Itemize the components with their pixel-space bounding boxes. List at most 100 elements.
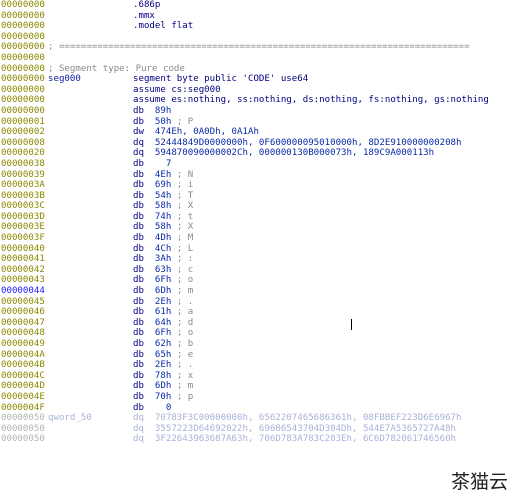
- instruction-operands: 4Dh: [154, 233, 172, 244]
- instruction-comment: ; .: [176, 296, 194, 307]
- instruction-comment: ; x: [176, 370, 194, 381]
- listing-line[interactable]: 00000040 db 4Ch ; L: [0, 244, 516, 255]
- listing-line[interactable]: 00000038 db 7: [0, 159, 516, 170]
- line-address: 0000003D: [1, 211, 45, 222]
- instruction-comment: ; e: [176, 349, 194, 360]
- listing-line[interactable]: 0000003B db 54h ; T: [0, 191, 516, 202]
- line-label[interactable]: seg000: [48, 74, 81, 85]
- listing-line[interactable]: 00000045 db 2Eh ; .: [0, 297, 516, 308]
- listing-line[interactable]: 00000000: [0, 32, 516, 43]
- instruction-mnemonic: db: [133, 317, 144, 328]
- listing-line[interactable]: 0000004C db 78h ; x: [0, 371, 516, 382]
- listing-line[interactable]: 00000000 assume es:nothing, ss:nothing, d…: [0, 95, 516, 106]
- listing-line[interactable]: 0000004D db 6Dh ; m: [0, 381, 516, 392]
- line-instruction: db 2Eh ; .: [133, 360, 193, 371]
- listing-line[interactable]: 00000050 dq 3F22643963687A63h, 706D783A78…: [0, 434, 516, 445]
- line-instruction: db 74h ; t: [133, 212, 193, 223]
- listing-line[interactable]: 00000000 seg000 segment byte public 'CODE'…: [0, 74, 516, 85]
- instruction-mnemonic: db: [133, 233, 144, 244]
- line-address: 0000004A: [1, 349, 45, 360]
- instruction-operands: 58h: [154, 222, 172, 233]
- listing-line[interactable]: 00000039 db 4Eh ; N: [0, 170, 516, 181]
- instruction-mnemonic: db: [133, 190, 144, 201]
- listing-line[interactable]: 00000000 .686p: [0, 0, 516, 11]
- listing-line[interactable]: 00000050 dq 3557223D64692022h, 6968654370…: [0, 424, 516, 435]
- listing-line[interactable]: 00000049 db 62h ; b: [0, 339, 516, 350]
- line-instruction: assume cs:seg000: [133, 85, 221, 96]
- listing-line[interactable]: 00000000 .model flat: [0, 21, 516, 32]
- listing-line[interactable]: 00000002 dw 474Eh, 0A0Dh, 0A1Ah: [0, 127, 516, 138]
- line-address: 0000004D: [1, 381, 45, 392]
- instruction-comment: ; .: [176, 360, 194, 371]
- line-instruction: db 78h ; x: [133, 371, 193, 382]
- listing-line[interactable]: 00000047 db 64h ; d: [0, 318, 516, 329]
- listing-line[interactable]: 0000003C db 58h ; X: [0, 201, 516, 212]
- instruction-mnemonic: assume es:nothing, ss:nothing, ds:nothin…: [133, 95, 489, 106]
- line-instruction: db 61h ; a: [133, 307, 193, 318]
- instruction-operands: 62h: [154, 339, 172, 349]
- line-address: 0000003F: [1, 233, 45, 244]
- listing-line[interactable]: 00000046 db 61h ; a: [0, 307, 516, 318]
- instruction-operands: 7: [154, 158, 172, 169]
- line-address: 00000000: [1, 42, 45, 53]
- listing-line[interactable]: 0000003E db 58h ; X: [0, 222, 516, 233]
- instruction-comment: ; :: [176, 254, 194, 265]
- instruction-mnemonic: db: [133, 275, 144, 286]
- instruction-mnemonic: db: [133, 201, 144, 212]
- listing-line[interactable]: 0000004B db 2Eh ; .: [0, 360, 516, 371]
- line-address: 0000004B: [1, 360, 45, 371]
- instruction-mnemonic: db: [133, 339, 144, 349]
- listing-line[interactable]: 00000020 dq 594870090000002Ch, 000000130B…: [0, 148, 516, 159]
- listing-line[interactable]: 00000000; Segment type: Pure code: [0, 64, 516, 75]
- instruction-comment: ; t: [176, 211, 194, 222]
- instruction-mnemonic: db: [133, 222, 144, 233]
- listing-line[interactable]: 00000043 db 6Fh ; o: [0, 275, 516, 286]
- disassembly-listing[interactable]: 00000000 .686p 00000000 .mmx 00000000 .model …: [0, 0, 516, 500]
- instruction-comment: ; d: [176, 317, 194, 328]
- listing-line[interactable]: 00000000 .mmx: [0, 11, 516, 22]
- listing-line[interactable]: 00000000; ==============================…: [0, 42, 516, 53]
- instruction-mnemonic: db: [133, 158, 144, 169]
- listing-line[interactable]: 00000000: [0, 53, 516, 64]
- instruction-operands: 4Ch: [154, 243, 172, 254]
- listing-line[interactable]: 00000050 qword_50 dq 70783F3C00000000h, 65…: [0, 413, 516, 424]
- listing-line[interactable]: 00000044 db 6Dh ; m: [0, 286, 516, 297]
- line-comment: ; ======================================…: [48, 42, 470, 53]
- listing-line[interactable]: 00000000 db 89h: [0, 106, 516, 117]
- listing-line[interactable]: 0000003A db 69h ; i: [0, 180, 516, 191]
- instruction-comment: ; m: [176, 286, 194, 297]
- instruction-mnemonic: dq: [133, 434, 144, 445]
- listing-line[interactable]: 00000041 db 3Ah ; :: [0, 254, 516, 265]
- line-address: 00000020: [1, 148, 45, 159]
- listing-line[interactable]: 0000003D db 74h ; t: [0, 212, 516, 223]
- instruction-comment: ; M: [176, 233, 194, 244]
- listing-line[interactable]: 00000001 db 50h ; P: [0, 117, 516, 128]
- line-address: 00000002: [1, 127, 45, 138]
- line-instruction: dq 3F22643963687A63h, 706D783A783C203Eh,…: [133, 434, 456, 445]
- instruction-operands: 65h: [154, 349, 172, 360]
- line-address: 00000040: [1, 243, 45, 254]
- instruction-mnemonic: db: [133, 180, 144, 191]
- listing-line[interactable]: 00000048 db 6Fh ; o: [0, 328, 516, 339]
- line-instruction: db 6Dh ; m: [133, 381, 193, 392]
- listing-line[interactable]: 0000004A db 65h ; e: [0, 350, 516, 361]
- listing-line[interactable]: 00000000 assume cs:seg000: [0, 85, 516, 96]
- instruction-operands: 3F22643963687A63h, 706D783A783C203Eh, 6C…: [154, 434, 457, 445]
- instruction-operands: 2Eh: [154, 360, 172, 371]
- listing-line[interactable]: 00000042 db 63h ; c: [0, 265, 516, 276]
- line-address: 00000038: [1, 158, 45, 169]
- line-instruction: db 58h ; X: [133, 222, 193, 233]
- listing-line[interactable]: 00000008 dq 52444849D0000000h, 0F60000009…: [0, 138, 516, 149]
- line-instruction: db 65h ; e: [133, 350, 193, 361]
- line-instruction: db 6Fh ; o: [133, 275, 193, 286]
- listing-line[interactable]: 0000004F db 0: [0, 403, 516, 414]
- listing-line[interactable]: 0000003F db 4Dh ; M: [0, 233, 516, 244]
- instruction-mnemonic: dq: [133, 413, 144, 424]
- line-instruction: db 58h ; X: [133, 201, 193, 212]
- text-cursor: [351, 319, 352, 330]
- line-address: 0000003B: [1, 190, 45, 201]
- line-label[interactable]: qword_50: [48, 413, 92, 424]
- listing-line[interactable]: 0000004E db 70h ; p: [0, 392, 516, 403]
- line-instruction: segment byte public 'CODE' use64: [133, 74, 308, 85]
- instruction-operands: 0: [154, 402, 172, 413]
